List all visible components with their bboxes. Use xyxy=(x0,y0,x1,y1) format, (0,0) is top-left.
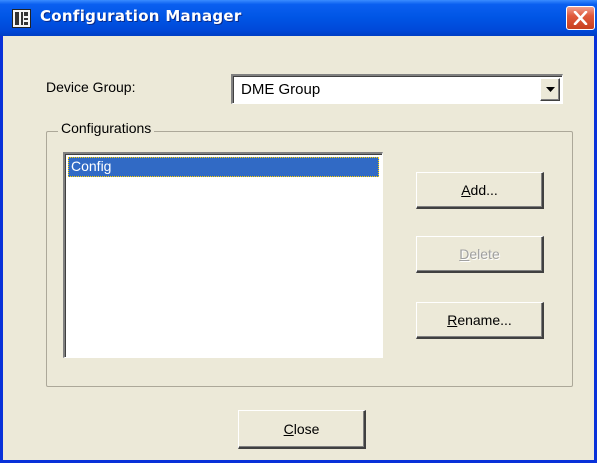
configuration-app-icon xyxy=(12,9,31,28)
device-group-dropdown[interactable]: DME Group xyxy=(231,74,563,104)
add-button-mnemonic: A xyxy=(461,182,471,198)
add-button[interactable]: Add... xyxy=(416,172,544,209)
window-title: Configuration Manager xyxy=(40,7,242,25)
close-button[interactable]: Close xyxy=(238,410,366,449)
delete-button[interactable]: Delete xyxy=(416,236,544,273)
close-x-icon xyxy=(573,11,588,25)
close-button-label: lose xyxy=(293,421,320,437)
delete-button-label: elete xyxy=(469,246,500,262)
add-button-label: dd... xyxy=(470,182,498,198)
rename-button[interactable]: Rename... xyxy=(416,302,544,339)
rename-button-label: ename... xyxy=(457,312,512,328)
device-group-label: Device Group: xyxy=(46,79,136,95)
rename-button-mnemonic: R xyxy=(447,312,458,328)
delete-button-mnemonic: D xyxy=(459,246,470,262)
dropdown-arrow-icon xyxy=(546,87,555,92)
title-bar[interactable]: Configuration Manager xyxy=(0,0,597,36)
close-window-button[interactable] xyxy=(566,6,595,30)
configurations-list[interactable]: Config xyxy=(63,152,383,358)
configuration-list-item[interactable]: Config xyxy=(68,157,379,177)
configurations-group-title: Configurations xyxy=(58,120,155,136)
close-button-mnemonic: C xyxy=(283,421,294,437)
device-group-selected-value: DME Group xyxy=(241,81,321,98)
configuration-manager-window: Configuration Manager Device Group: DME … xyxy=(0,0,597,463)
dropdown-arrow-button[interactable] xyxy=(540,78,560,101)
